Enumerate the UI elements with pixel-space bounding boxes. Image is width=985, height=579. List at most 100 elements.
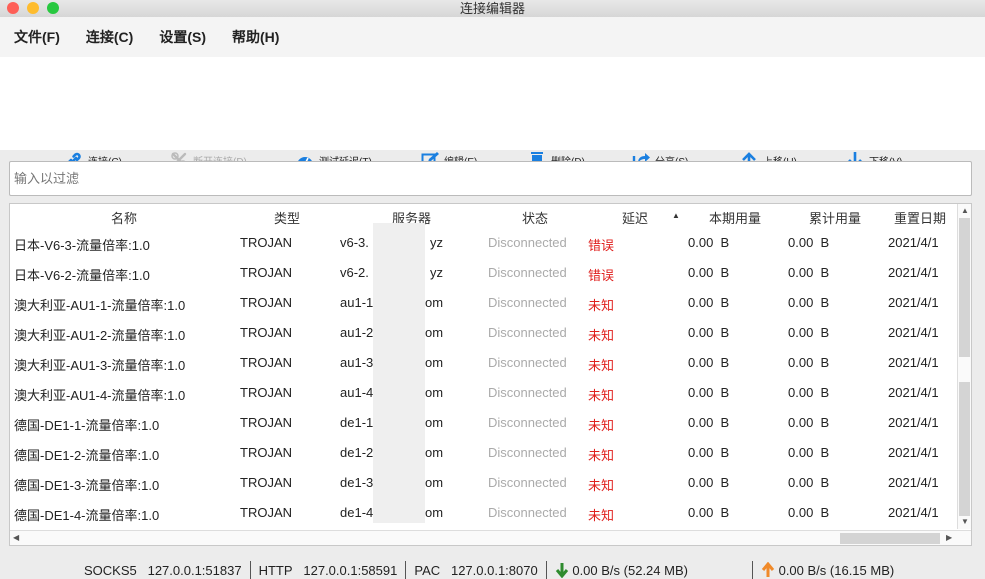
row-total-usage: 0.00 B	[788, 445, 830, 460]
row-name: 德国-DE1-1-流量倍率:1.0	[14, 418, 160, 433]
row-name: 德国-DE1-3-流量倍率:1.0	[14, 478, 160, 493]
row-period-usage: 0.00 B	[688, 385, 730, 400]
download-arrow-icon	[555, 563, 568, 578]
row-period-usage: 0.00 B	[688, 235, 730, 250]
row-period-usage: 0.00 B	[688, 325, 730, 340]
row-status: Disconnected	[488, 475, 567, 490]
server-suffix: om	[425, 355, 444, 370]
row-type: TROJAN	[240, 385, 292, 400]
row-reset-date: 2021/4/1	[888, 505, 939, 520]
row-status: Disconnected	[488, 385, 567, 400]
row-name: 澳大利亚-AU1-1-流量倍率:1.0	[14, 298, 186, 313]
upload-speed: 0.00 B/s (16.15 MB)	[778, 562, 895, 578]
http-address: 127.0.0.1:58591	[303, 562, 398, 578]
menu-bar: 文件(F) 连接(C) 设置(S) 帮助(H)	[0, 17, 985, 57]
row-type: TROJAN	[240, 265, 292, 280]
row-reset-date: 2021/4/1	[888, 415, 939, 430]
table-row[interactable]: 日本-V6-3-流量倍率:1.0 TROJAN v6-3. yz Disconne…	[10, 223, 955, 258]
row-type: TROJAN	[240, 445, 292, 460]
menu-connection[interactable]: 连接(C)	[86, 27, 133, 47]
server-suffix: om	[425, 505, 444, 520]
row-server: au1-2 om	[340, 313, 443, 343]
server-prefix: de1-4	[340, 505, 374, 520]
row-total-usage: 0.00 B	[788, 265, 830, 280]
table-row[interactable]: 德国-DE1-1-流量倍率:1.0 TROJAN de1-1. om Discon…	[10, 403, 955, 438]
row-total-usage: 0.00 B	[788, 505, 830, 520]
server-prefix: au1-2	[340, 325, 374, 340]
server-prefix: au1-3	[340, 355, 374, 370]
row-name: 日本-V6-2-流量倍率:1.0	[14, 268, 150, 283]
redacted-block	[373, 313, 425, 343]
column-header-reset-date[interactable]: 重置日期	[894, 208, 946, 227]
row-total-usage: 0.00 B	[788, 235, 830, 250]
row-server: de1-1. om	[340, 403, 443, 433]
row-period-usage: 0.00 B	[688, 295, 730, 310]
table-row[interactable]: 澳大利亚-AU1-3-流量倍率:1.0 TROJAN au1-3 om Disco…	[10, 343, 955, 378]
server-prefix: de1-2	[340, 445, 374, 460]
server-prefix: de1-3	[340, 475, 374, 490]
redacted-block	[373, 433, 425, 463]
column-header-period-usage[interactable]: 本期用量	[709, 208, 761, 227]
row-name: 澳大利亚-AU1-3-流量倍率:1.0	[14, 358, 186, 373]
row-server: v6-2. yz	[340, 253, 443, 283]
status-bar: SOCKS5 127.0.0.1:51837 HTTP 127.0.0.1:58…	[84, 561, 894, 579]
table-row[interactable]: 德国-DE1-4-流量倍率:1.0 TROJAN de1-4 om Disconn…	[10, 493, 955, 528]
row-status: Disconnected	[488, 355, 567, 370]
server-suffix: om	[425, 295, 444, 310]
redacted-block	[373, 343, 425, 373]
title-bar: 连接编辑器	[0, 0, 985, 17]
menu-file[interactable]: 文件(F)	[14, 27, 60, 47]
table-row[interactable]: 澳大利亚-AU1-2-流量倍率:1.0 TROJAN au1-2 om Disco…	[10, 313, 955, 348]
row-type: TROJAN	[240, 355, 292, 370]
table-row[interactable]: 澳大利亚-AU1-1-流量倍率:1.0 TROJAN au1-1. om Disc…	[10, 283, 955, 318]
column-header-name[interactable]: 名称	[111, 208, 137, 227]
menu-help[interactable]: 帮助(H)	[232, 27, 279, 47]
column-header-latency[interactable]: 延迟	[622, 208, 648, 227]
table-row[interactable]: 日本-V6-2-流量倍率:1.0 TROJAN v6-2. yz Disconne…	[10, 253, 955, 288]
column-header-type[interactable]: 类型	[274, 208, 300, 227]
minimize-window-button[interactable]	[27, 2, 39, 14]
horizontal-scrollbar[interactable]: ◀ ▶	[10, 530, 971, 545]
row-name: 德国-DE1-4-流量倍率:1.0	[14, 508, 160, 523]
server-suffix: om	[425, 415, 444, 430]
row-name: 澳大利亚-AU1-4-流量倍率:1.0	[14, 388, 186, 403]
socks-label: SOCKS5	[84, 562, 137, 578]
horizontal-scroll-thumb[interactable]	[840, 533, 940, 544]
table-row[interactable]: 澳大利亚-AU1-4-流量倍率:1.0 TROJAN au1-4 om Disco…	[10, 373, 955, 408]
column-header-status[interactable]: 状态	[522, 208, 548, 227]
http-label: HTTP	[258, 562, 293, 578]
row-latency: 错误	[588, 238, 615, 253]
server-suffix: om	[425, 445, 444, 460]
row-status: Disconnected	[488, 265, 567, 280]
row-server: au1-4 om	[340, 373, 443, 403]
connection-table: 名称 类型 服务器 状态 延迟 ▲ 本期用量 累计用量 重置日期 日本-V6-3…	[9, 203, 972, 546]
filter-input[interactable]	[9, 161, 972, 196]
server-suffix: yz	[430, 265, 443, 280]
row-total-usage: 0.00 B	[788, 355, 830, 370]
row-status: Disconnected	[488, 415, 567, 430]
table-row[interactable]: 德国-DE1-3-流量倍率:1.0 TROJAN de1-3 om Disconn…	[10, 463, 955, 498]
row-reset-date: 2021/4/1	[888, 325, 939, 340]
server-prefix: v6-3.	[340, 235, 369, 250]
row-status: Disconnected	[488, 295, 567, 310]
zoom-window-button[interactable]	[47, 2, 59, 14]
menu-settings[interactable]: 设置(S)	[159, 27, 206, 47]
vertical-scrollbar[interactable]: ▲ ▼	[957, 204, 971, 529]
server-prefix: de1-1.	[340, 415, 377, 430]
vertical-scroll-thumb[interactable]	[959, 357, 970, 382]
close-window-button[interactable]	[7, 2, 19, 14]
row-period-usage: 0.00 B	[688, 505, 730, 520]
row-reset-date: 2021/4/1	[888, 265, 939, 280]
row-reset-date: 2021/4/1	[888, 295, 939, 310]
column-header-total-usage[interactable]: 累计用量	[809, 208, 861, 227]
row-total-usage: 0.00 B	[788, 325, 830, 340]
redacted-block	[373, 373, 425, 403]
row-total-usage: 0.00 B	[788, 475, 830, 490]
row-period-usage: 0.00 B	[688, 265, 730, 280]
row-status: Disconnected	[488, 325, 567, 340]
row-type: TROJAN	[240, 475, 292, 490]
row-latency: 未知	[588, 328, 615, 343]
table-row[interactable]: 德国-DE1-2-流量倍率:1.0 TROJAN de1-2 om Disconn…	[10, 433, 955, 468]
row-reset-date: 2021/4/1	[888, 355, 939, 370]
row-type: TROJAN	[240, 235, 292, 250]
